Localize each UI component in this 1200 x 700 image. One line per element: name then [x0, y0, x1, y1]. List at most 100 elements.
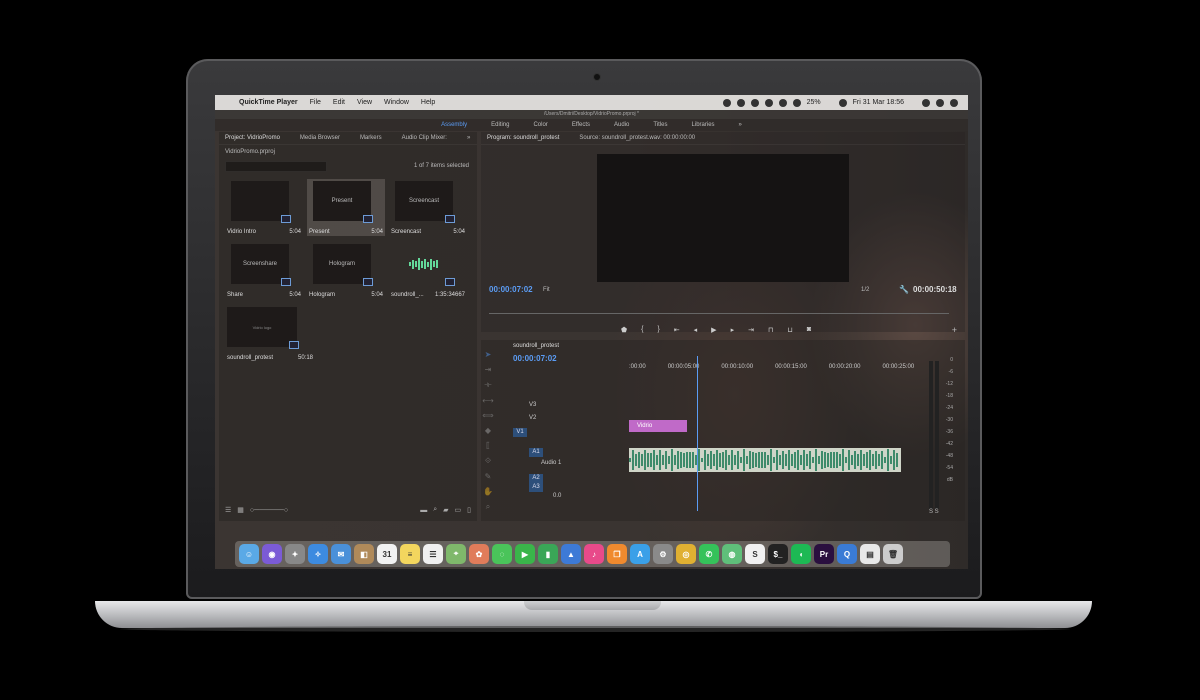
- add-button-icon[interactable]: +: [952, 325, 957, 335]
- quicktime-icon[interactable]: Q: [837, 544, 857, 564]
- step-back-icon[interactable]: ◂: [694, 326, 698, 334]
- menu-edit[interactable]: Edit: [333, 99, 345, 106]
- workspace-color[interactable]: Color: [533, 122, 547, 128]
- audio-clip[interactable]: [629, 448, 901, 472]
- program-scrub-bar[interactable]: [489, 313, 949, 314]
- workspace-titles[interactable]: Titles: [653, 122, 667, 128]
- go-to-out-icon[interactable]: ⇥: [748, 326, 754, 334]
- track-v2[interactable]: V2: [529, 415, 536, 421]
- battery-icon[interactable]: [838, 98, 847, 107]
- app-green-icon[interactable]: ◍: [722, 544, 742, 564]
- ibooks-icon[interactable]: ❐: [607, 544, 627, 564]
- trash-icon[interactable]: ▯: [467, 506, 471, 514]
- safari-icon[interactable]: ✧: [308, 544, 328, 564]
- clip-item[interactable]: Hologram Hologram 5:04: [307, 242, 385, 299]
- tabs-more[interactable]: »: [467, 135, 470, 141]
- workspace-audio[interactable]: Audio: [614, 122, 629, 128]
- bluetooth-icon[interactable]: [764, 98, 773, 107]
- lift-icon[interactable]: ⊓: [768, 326, 773, 334]
- sync-icon[interactable]: [750, 98, 759, 107]
- chrome-icon[interactable]: ◎: [676, 544, 696, 564]
- tab-project[interactable]: Project: VidrioPromo: [225, 135, 280, 141]
- messages-icon[interactable]: ◌: [492, 544, 512, 564]
- volume-icon[interactable]: [792, 98, 801, 107]
- track-a3[interactable]: A3: [529, 483, 543, 492]
- menu-help[interactable]: Help: [421, 99, 435, 106]
- itunes-icon[interactable]: ♪: [584, 544, 604, 564]
- find-icon[interactable]: ⌕: [433, 506, 437, 514]
- master-volume[interactable]: 0.0: [553, 493, 561, 499]
- timeline-ruler[interactable]: :00:00 00:00:05:00 00:00:10:00 00:00:15:…: [629, 364, 914, 370]
- sequence-tab[interactable]: soundroll_protest: [513, 343, 559, 349]
- search-icon[interactable]: [922, 98, 930, 107]
- track-a2[interactable]: A2: [529, 474, 543, 483]
- whatsapp-icon[interactable]: ✆: [699, 544, 719, 564]
- facetime-icon[interactable]: ▶: [515, 544, 535, 564]
- new-item-icon[interactable]: ▭: [455, 506, 462, 514]
- track-v3[interactable]: V3: [529, 402, 536, 408]
- workspace-effects[interactable]: Effects: [572, 122, 590, 128]
- playhead[interactable]: [697, 356, 698, 511]
- workspace-editing[interactable]: Editing: [491, 122, 509, 128]
- menu-window[interactable]: Window: [384, 99, 409, 106]
- appstore-icon[interactable]: A: [630, 544, 650, 564]
- mark-in-icon[interactable]: {: [641, 326, 643, 334]
- notification-center-icon[interactable]: [950, 98, 958, 107]
- clock[interactable]: Fri 31 Mar 18:56: [853, 99, 904, 106]
- icon-view-icon[interactable]: ▦: [237, 506, 244, 514]
- step-forward-icon[interactable]: ▸: [731, 326, 735, 334]
- video-clip[interactable]: Vidrio: [629, 420, 687, 432]
- track-a1[interactable]: A1: [529, 448, 543, 457]
- new-bin-icon[interactable]: ▬: [420, 507, 427, 514]
- maps-icon[interactable]: ⌖: [446, 544, 466, 564]
- document-icon[interactable]: ▤: [860, 544, 880, 564]
- slack-icon[interactable]: S: [745, 544, 765, 564]
- track-target[interactable]: V1: [513, 428, 527, 437]
- track-v1[interactable]: V1: [513, 428, 527, 437]
- program-timecode[interactable]: 00:00:07:02: [489, 285, 533, 294]
- clip-item[interactable]: Screencast Screencast 5:04: [389, 179, 467, 236]
- mark-out-icon[interactable]: }: [657, 326, 659, 334]
- menu-file[interactable]: File: [310, 99, 321, 106]
- workspace-libraries[interactable]: Libraries: [692, 122, 715, 128]
- wrench-icon[interactable]: 🔧: [899, 285, 909, 294]
- notes-icon[interactable]: ≡: [400, 544, 420, 564]
- wifi-icon[interactable]: [778, 98, 787, 107]
- recording-icon[interactable]: [722, 98, 731, 107]
- siri-icon[interactable]: ◉: [262, 544, 282, 564]
- zoom-slider[interactable]: ○──────○: [250, 507, 288, 514]
- numbers-icon[interactable]: ▮: [538, 544, 558, 564]
- tab-source[interactable]: Source: soundroll_protest.wav: 00:00:00:…: [579, 135, 695, 141]
- launchpad-icon[interactable]: ✦: [285, 544, 305, 564]
- track-target[interactable]: A1: [529, 448, 543, 457]
- premiere-icon[interactable]: Pr: [814, 544, 834, 564]
- calendar-icon[interactable]: 31: [377, 544, 397, 564]
- play-icon[interactable]: ▶: [711, 326, 716, 334]
- track-target[interactable]: A2: [529, 474, 543, 483]
- track-target[interactable]: A3: [529, 483, 543, 492]
- menu-view[interactable]: View: [357, 99, 372, 106]
- go-to-in-icon[interactable]: ⇤: [674, 326, 680, 334]
- list-view-icon[interactable]: ☰: [225, 506, 231, 514]
- mail-icon[interactable]: ✉: [331, 544, 351, 564]
- extract-icon[interactable]: ⊔: [787, 326, 792, 334]
- vidrio-icon[interactable]: [736, 98, 745, 107]
- spotify-icon[interactable]: ◖: [791, 544, 811, 564]
- photos-icon[interactable]: ✿: [469, 544, 489, 564]
- user-icon[interactable]: [936, 98, 944, 107]
- battery-percent[interactable]: 25%: [807, 99, 821, 106]
- reminders-icon[interactable]: ☰: [423, 544, 443, 564]
- add-marker-icon[interactable]: ⬟: [621, 326, 627, 334]
- app-menu[interactable]: QuickTime Player: [239, 99, 298, 106]
- folder-icon[interactable]: ▰: [443, 506, 448, 514]
- timeline-timecode[interactable]: 00:00:07:02: [513, 354, 557, 363]
- workspace-more[interactable]: »: [739, 122, 742, 128]
- export-frame-icon[interactable]: ◙: [807, 326, 811, 334]
- resolution-dropdown[interactable]: 1/2: [861, 287, 869, 293]
- finder-icon[interactable]: ☺: [239, 544, 259, 564]
- clip-item[interactable]: soundroll_... 1:35:34667: [389, 242, 467, 299]
- tab-program[interactable]: Program: soundroll_protest: [487, 135, 559, 141]
- clip-item[interactable]: Screenshare Share 5:04: [225, 242, 303, 299]
- keynote-icon[interactable]: ▲: [561, 544, 581, 564]
- tab-media-browser[interactable]: Media Browser: [300, 135, 340, 141]
